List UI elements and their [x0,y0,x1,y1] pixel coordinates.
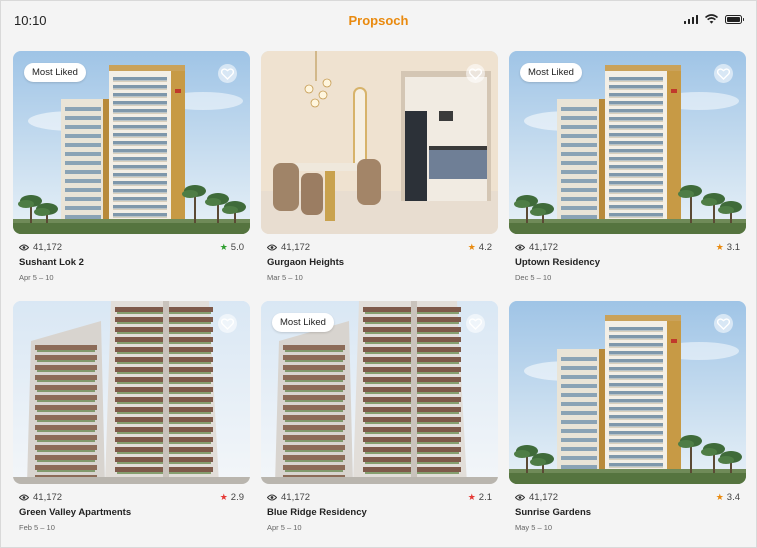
listing-name[interactable]: Sunrise Gardens [515,507,591,518]
listing-name[interactable]: Blue Ridge Residency [267,507,367,518]
listing-meta: 41,172 ★ 5.0 [19,240,244,254]
listing-name[interactable]: Green Valley Apartments [19,507,131,518]
star-icon: ★ [219,491,228,502]
listing-card[interactable]: 41,172 ★ 2.9 Green Valley Apartments Feb… [13,301,250,547]
listing-meta: 41,172 ★ 3.1 [515,240,740,254]
listing-card[interactable]: 41,172 ★ 4.2 Gurgaon Heights Mar 5 – 10 [261,51,498,301]
views: 41,172 [267,492,310,503]
rating-value: 5.0 [230,241,244,253]
listing-grid: Most Liked 41,172 ★ 5.0 Sushant Lok 2 Ap… [13,51,746,547]
listing-image[interactable]: Most Liked [13,51,250,234]
views-count: 41,172 [33,491,63,503]
favorite-button[interactable] [466,314,485,333]
eye-icon [267,244,277,250]
listing-dates: Apr 5 – 10 [267,523,302,532]
rating: ★ 3.4 [716,492,740,503]
listing-card[interactable]: 41,172 ★ 3.4 Sunrise Gardens May 5 – 10 [509,301,746,547]
views: 41,172 [515,242,558,253]
star-icon: ★ [715,241,724,252]
listing-name[interactable]: Sushant Lok 2 [19,257,84,268]
rating: ★ 5.0 [220,242,244,253]
listing-image[interactable] [13,301,250,484]
most-liked-badge: Most Liked [272,313,334,332]
listing-image[interactable] [509,301,746,484]
views-count: 41,172 [529,241,559,253]
listing-meta: 41,172 ★ 3.4 [515,490,740,504]
eye-icon [515,494,525,500]
listing-dates: Apr 5 – 10 [19,273,54,282]
listing-dates: May 5 – 10 [515,523,553,532]
views-count: 41,172 [281,241,311,253]
listing-image[interactable]: Most Liked [509,51,746,234]
listing-image[interactable]: Most Liked [261,301,498,484]
listing-image[interactable] [261,51,498,234]
listing-meta: 41,172 ★ 2.1 [267,490,492,504]
star-icon: ★ [467,491,476,502]
status-icons [683,14,744,24]
listing-dates: Feb 5 – 10 [19,523,55,532]
listing-card[interactable]: Most Liked 41,172 ★ 2.1 Blue Ridge Resid… [261,301,498,547]
favorite-button[interactable] [218,314,237,333]
listing-name[interactable]: Gurgaon Heights [267,257,344,268]
eye-icon [267,494,277,500]
rating: ★ 2.1 [468,492,492,503]
listing-name[interactable]: Uptown Residency [515,257,600,268]
status-bar: 10:10 Propsoch [1,1,756,41]
rating-value: 3.4 [726,491,740,503]
rating-value: 2.1 [478,491,492,503]
app-title: Propsoch [348,13,409,28]
eye-icon [19,494,29,500]
favorite-button[interactable] [714,64,733,83]
battery-icon [725,14,744,24]
rating: ★ 2.9 [220,492,244,503]
most-liked-badge: Most Liked [520,63,582,82]
views-count: 41,172 [529,491,559,503]
heart-icon[interactable] [469,317,482,330]
rating-value: 3.1 [726,241,740,253]
rating: ★ 4.2 [468,242,492,253]
listing-meta: 41,172 ★ 2.9 [19,490,244,504]
wifi-icon [705,14,718,24]
star-icon: ★ [219,241,228,252]
views-count: 41,172 [33,241,63,253]
listing-card[interactable]: Most Liked 41,172 ★ 5.0 Sushant Lok 2 Ap… [13,51,250,301]
listing-meta: 41,172 ★ 4.2 [267,240,492,254]
heart-icon[interactable] [469,67,482,80]
rating-value: 4.2 [478,241,492,253]
star-icon: ★ [467,241,476,252]
views: 41,172 [515,492,558,503]
listing-dates: Mar 5 – 10 [267,273,303,282]
views: 41,172 [19,242,62,253]
favorite-button[interactable] [218,64,237,83]
star-icon: ★ [715,491,724,502]
listing-card[interactable]: Most Liked 41,172 ★ 3.1 Uptown Residency… [509,51,746,301]
favorite-button[interactable] [466,64,485,83]
views-count: 41,172 [281,491,311,503]
eye-icon [515,244,525,250]
rating-value: 2.9 [230,491,244,503]
app-screen: 10:10 Propsoch Most Liked 41,172 ★ 5.0 S… [0,0,757,548]
listing-dates: Dec 5 – 10 [515,273,552,282]
eye-icon [19,244,29,250]
heart-icon[interactable] [221,317,234,330]
views: 41,172 [267,242,310,253]
most-liked-badge: Most Liked [24,63,86,82]
views: 41,172 [19,492,62,503]
signal-icon [683,14,698,24]
favorite-button[interactable] [714,314,733,333]
heart-icon[interactable] [221,67,234,80]
heart-icon[interactable] [717,67,730,80]
rating: ★ 3.1 [716,242,740,253]
heart-icon[interactable] [717,317,730,330]
